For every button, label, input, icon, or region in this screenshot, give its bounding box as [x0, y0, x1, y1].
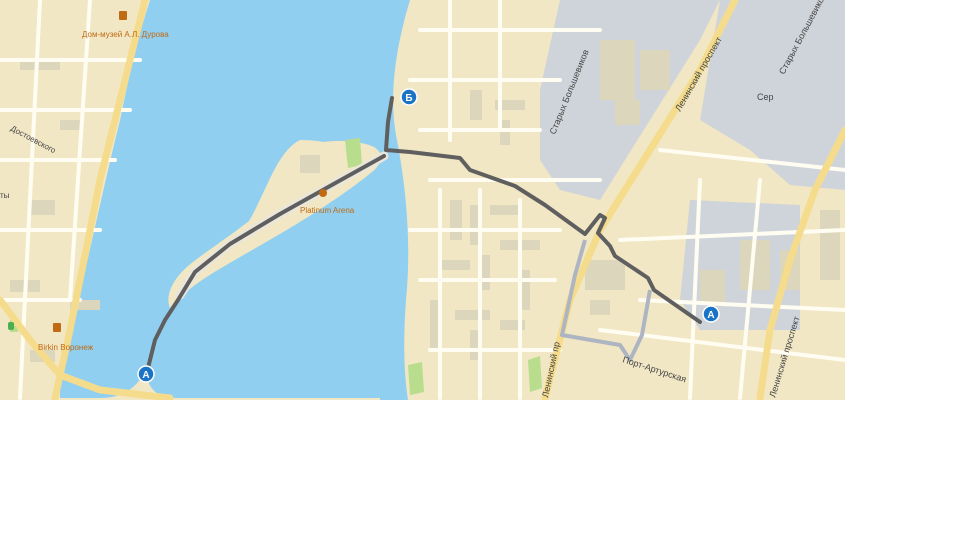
marker-b[interactable]: Б: [400, 88, 418, 106]
map-view[interactable]: Дом-музей А.Л. Дурова Достоевского ты Bi…: [0, 0, 960, 540]
map-canvas[interactable]: Дом-музей А.Л. Дурова Достоевского ты Bi…: [0, 0, 960, 540]
museum-icon: [119, 11, 127, 20]
street-label-ty: ты: [0, 191, 10, 200]
park-2: [408, 362, 424, 395]
poi-label-platinum-arena: Platinum Arena: [300, 206, 355, 215]
marker-a-west[interactable]: А: [137, 365, 155, 383]
marker-a-east[interactable]: А: [702, 305, 720, 323]
park-1: [345, 138, 362, 168]
marker-a-west-label: А: [142, 370, 149, 381]
hotel-icon: [53, 323, 61, 332]
street-label-ser: Сер: [757, 92, 774, 102]
marker-b-label: Б: [405, 93, 412, 104]
park-icon: [8, 322, 14, 330]
park-3: [528, 356, 542, 392]
arena-icon: [319, 189, 327, 197]
marker-a-east-label: А: [707, 310, 714, 321]
poi-label-birkin: Birkin Воронеж: [38, 343, 94, 352]
poi-label-durov-museum: Дом-музей А.Л. Дурова: [82, 30, 169, 39]
